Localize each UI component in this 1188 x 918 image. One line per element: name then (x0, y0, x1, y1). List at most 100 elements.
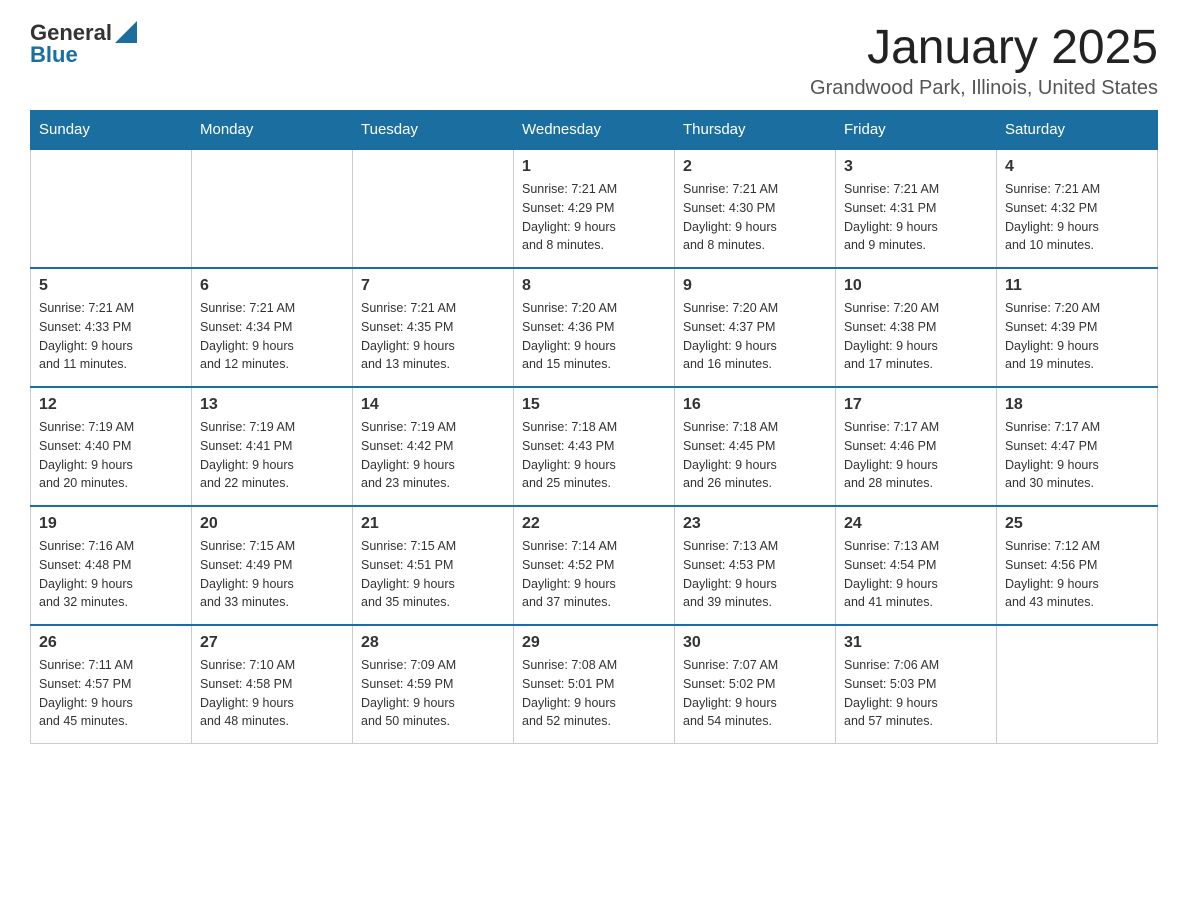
calendar-day-28: 28Sunrise: 7:09 AM Sunset: 4:59 PM Dayli… (353, 625, 514, 744)
calendar-header-row: SundayMondayTuesdayWednesdayThursdayFrid… (31, 111, 1158, 150)
day-info-14: Sunrise: 7:19 AM Sunset: 4:42 PM Dayligh… (361, 418, 505, 493)
day-number-8: 8 (522, 277, 666, 295)
day-number-31: 31 (844, 634, 988, 652)
title-section: January 2025 Grandwood Park, Illinois, U… (810, 20, 1158, 100)
day-number-16: 16 (683, 396, 827, 414)
day-number-26: 26 (39, 634, 183, 652)
day-number-24: 24 (844, 515, 988, 533)
day-number-3: 3 (844, 158, 988, 176)
calendar-day-17: 17 Sunrise: 7:17 AM Sunset: 4:46 PM Dayli… (836, 387, 997, 506)
day-info-12: Sunrise: 7:19 AM Sunset: 4:40 PM Dayligh… (39, 418, 183, 493)
calendar-header-thursday: Thursday (675, 111, 836, 150)
calendar-day-25: 25 Sunrise: 7:12 AM Sunset: 4:56 PM Dayli… (997, 506, 1158, 625)
day-info-18: Sunrise: 7:17 AM Sunset: 4:47 PM Dayligh… (1005, 418, 1149, 493)
calendar-day-3: 3 Sunrise: 7:21 AM Sunset: 4:31 PM Daylig… (836, 149, 997, 268)
logo: General Blue (30, 20, 137, 68)
day-number-2: 2 (683, 158, 827, 176)
day-info-23: Sunrise: 7:13 AM Sunset: 4:53 PM Dayligh… (683, 537, 827, 612)
day-number-25: 25 (1005, 515, 1149, 533)
day-info-9: Sunrise: 7:20 AM Sunset: 4:37 PM Dayligh… (683, 299, 827, 374)
day-number-18: 18 (1005, 396, 1149, 414)
calendar-empty-cell (192, 149, 353, 268)
day-number-22: 22 (522, 515, 666, 533)
calendar-day-1: 1 Sunrise: 7:21 AM Sunset: 4:29 PM Daylig… (514, 149, 675, 268)
day-number-20: 20 (200, 515, 344, 533)
calendar-day-10: 10Sunrise: 7:20 AM Sunset: 4:38 PM Dayli… (836, 268, 997, 387)
day-number-14: 14 (361, 396, 505, 414)
day-number-6: 6 (200, 277, 344, 295)
day-number-12: 12 (39, 396, 183, 414)
calendar-header-saturday: Saturday (997, 111, 1158, 150)
calendar-header-wednesday: Wednesday (514, 111, 675, 150)
day-info-19: Sunrise: 7:16 AM Sunset: 4:48 PM Dayligh… (39, 537, 183, 612)
day-info-16: Sunrise: 7:18 AM Sunset: 4:45 PM Dayligh… (683, 418, 827, 493)
calendar-day-4: 4 Sunrise: 7:21 AM Sunset: 4:32 PM Daylig… (997, 149, 1158, 268)
day-info-20: Sunrise: 7:15 AM Sunset: 4:49 PM Dayligh… (200, 537, 344, 612)
day-info-30: Sunrise: 7:07 AM Sunset: 5:02 PM Dayligh… (683, 656, 827, 731)
calendar-day-15: 15Sunrise: 7:18 AM Sunset: 4:43 PM Dayli… (514, 387, 675, 506)
day-info-31: Sunrise: 7:06 AM Sunset: 5:03 PM Dayligh… (844, 656, 988, 731)
day-number-30: 30 (683, 634, 827, 652)
day-number-5: 5 (39, 277, 183, 295)
day-info-26: Sunrise: 7:11 AM Sunset: 4:57 PM Dayligh… (39, 656, 183, 731)
calendar-day-6: 6 Sunrise: 7:21 AM Sunset: 4:34 PM Daylig… (192, 268, 353, 387)
calendar-day-11: 11Sunrise: 7:20 AM Sunset: 4:39 PM Dayli… (997, 268, 1158, 387)
day-info-13: Sunrise: 7:19 AM Sunset: 4:41 PM Dayligh… (200, 418, 344, 493)
calendar-empty-cell (31, 149, 192, 268)
day-info-8: Sunrise: 7:20 AM Sunset: 4:36 PM Dayligh… (522, 299, 666, 374)
day-number-21: 21 (361, 515, 505, 533)
calendar-empty-cell (353, 149, 514, 268)
page-header: General Blue January 2025 Grandwood Park… (30, 20, 1158, 100)
calendar-day-30: 30 Sunrise: 7:07 AM Sunset: 5:02 PM Dayli… (675, 625, 836, 744)
calendar-day-16: 16 Sunrise: 7:18 AM Sunset: 4:45 PM Dayli… (675, 387, 836, 506)
day-info-29: Sunrise: 7:08 AM Sunset: 5:01 PM Dayligh… (522, 656, 666, 731)
calendar-day-23: 23Sunrise: 7:13 AM Sunset: 4:53 PM Dayli… (675, 506, 836, 625)
day-number-13: 13 (200, 396, 344, 414)
day-info-3: Sunrise: 7:21 AM Sunset: 4:31 PM Dayligh… (844, 180, 988, 255)
day-number-10: 10 (844, 277, 988, 295)
calendar-day-19: 19 Sunrise: 7:16 AM Sunset: 4:48 PM Dayli… (31, 506, 192, 625)
day-number-27: 27 (200, 634, 344, 652)
day-info-1: Sunrise: 7:21 AM Sunset: 4:29 PM Dayligh… (522, 180, 666, 255)
calendar-header-sunday: Sunday (31, 111, 192, 150)
day-info-25: Sunrise: 7:12 AM Sunset: 4:56 PM Dayligh… (1005, 537, 1149, 612)
calendar-week-1: 1 Sunrise: 7:21 AM Sunset: 4:29 PM Daylig… (31, 149, 1158, 268)
day-number-9: 9 (683, 277, 827, 295)
calendar-week-5: 26 Sunrise: 7:11 AM Sunset: 4:57 PM Dayli… (31, 625, 1158, 744)
day-info-2: Sunrise: 7:21 AM Sunset: 4:30 PM Dayligh… (683, 180, 827, 255)
calendar-table: SundayMondayTuesdayWednesdayThursdayFrid… (30, 110, 1158, 744)
day-number-7: 7 (361, 277, 505, 295)
day-info-17: Sunrise: 7:17 AM Sunset: 4:46 PM Dayligh… (844, 418, 988, 493)
day-info-5: Sunrise: 7:21 AM Sunset: 4:33 PM Dayligh… (39, 299, 183, 374)
day-info-22: Sunrise: 7:14 AM Sunset: 4:52 PM Dayligh… (522, 537, 666, 612)
day-info-7: Sunrise: 7:21 AM Sunset: 4:35 PM Dayligh… (361, 299, 505, 374)
day-info-15: Sunrise: 7:18 AM Sunset: 4:43 PM Dayligh… (522, 418, 666, 493)
calendar-day-24: 24 Sunrise: 7:13 AM Sunset: 4:54 PM Dayli… (836, 506, 997, 625)
day-number-4: 4 (1005, 158, 1149, 176)
calendar-week-2: 5 Sunrise: 7:21 AM Sunset: 4:33 PM Daylig… (31, 268, 1158, 387)
logo-blue-text: Blue (30, 42, 78, 68)
calendar-day-31: 31 Sunrise: 7:06 AM Sunset: 5:03 PM Dayli… (836, 625, 997, 744)
day-number-17: 17 (844, 396, 988, 414)
location-text: Grandwood Park, Illinois, United States (810, 77, 1158, 100)
calendar-day-18: 18 Sunrise: 7:17 AM Sunset: 4:47 PM Dayli… (997, 387, 1158, 506)
calendar-header-friday: Friday (836, 111, 997, 150)
calendar-day-26: 26 Sunrise: 7:11 AM Sunset: 4:57 PM Dayli… (31, 625, 192, 744)
day-info-6: Sunrise: 7:21 AM Sunset: 4:34 PM Dayligh… (200, 299, 344, 374)
calendar-day-22: 22 Sunrise: 7:14 AM Sunset: 4:52 PM Dayli… (514, 506, 675, 625)
calendar-day-20: 20 Sunrise: 7:15 AM Sunset: 4:49 PM Dayli… (192, 506, 353, 625)
calendar-day-9: 9 Sunrise: 7:20 AM Sunset: 4:37 PM Daylig… (675, 268, 836, 387)
calendar-week-3: 12 Sunrise: 7:19 AM Sunset: 4:40 PM Dayli… (31, 387, 1158, 506)
day-number-1: 1 (522, 158, 666, 176)
day-info-21: Sunrise: 7:15 AM Sunset: 4:51 PM Dayligh… (361, 537, 505, 612)
calendar-day-5: 5 Sunrise: 7:21 AM Sunset: 4:33 PM Daylig… (31, 268, 192, 387)
day-info-24: Sunrise: 7:13 AM Sunset: 4:54 PM Dayligh… (844, 537, 988, 612)
calendar-empty-cell (997, 625, 1158, 744)
day-info-27: Sunrise: 7:10 AM Sunset: 4:58 PM Dayligh… (200, 656, 344, 731)
month-title: January 2025 (810, 20, 1158, 75)
calendar-day-12: 12 Sunrise: 7:19 AM Sunset: 4:40 PM Dayli… (31, 387, 192, 506)
day-info-4: Sunrise: 7:21 AM Sunset: 4:32 PM Dayligh… (1005, 180, 1149, 255)
day-info-11: Sunrise: 7:20 AM Sunset: 4:39 PM Dayligh… (1005, 299, 1149, 374)
day-number-19: 19 (39, 515, 183, 533)
calendar-week-4: 19 Sunrise: 7:16 AM Sunset: 4:48 PM Dayli… (31, 506, 1158, 625)
